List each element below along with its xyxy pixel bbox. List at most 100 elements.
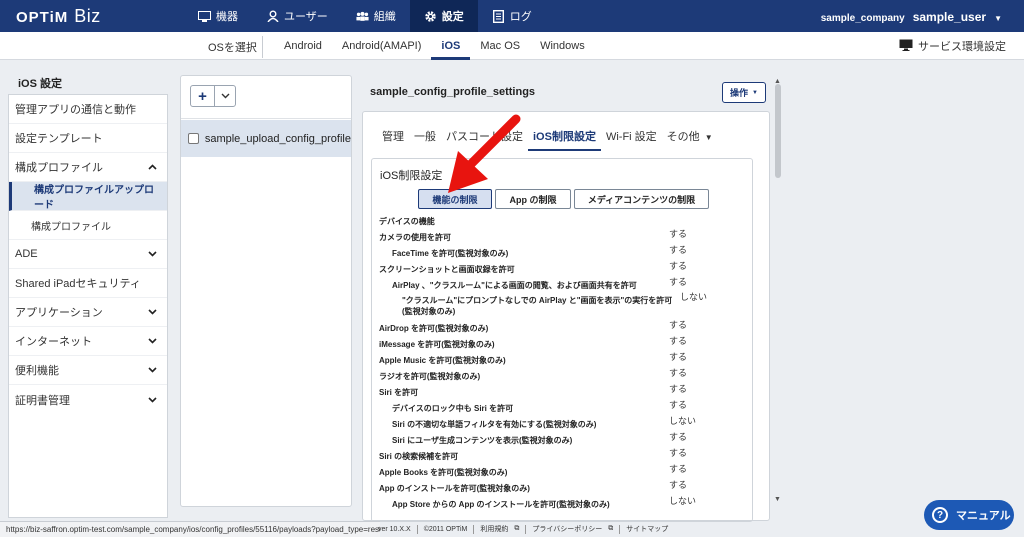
sidebar-item-applications[interactable]: アプリケーション	[9, 298, 167, 327]
operations-button[interactable]: 操作 ▼	[722, 82, 766, 103]
list-item-label: sample_upload_config_profile	[204, 132, 351, 145]
os-tabs: Android Android(AMAPI) iOS Mac OS Window…	[274, 32, 595, 60]
chevron-down-icon[interactable]: ▼	[994, 14, 1002, 23]
row-label: ラジオを許可(監視対象のみ)	[379, 372, 481, 381]
sidebar-item-label: アプリケーション	[15, 307, 103, 319]
chevron-down-icon	[221, 93, 229, 99]
chevron-down-icon	[148, 336, 157, 346]
section-title: iOS制限設定	[380, 170, 443, 182]
row-value: する	[669, 480, 688, 490]
row-label: Siri の検索候補を許可	[379, 452, 459, 461]
sidebar-item-shared-ipad-security[interactable]: Shared iPadセキュリティ	[9, 269, 167, 298]
sidebar-item-config-profile[interactable]: 構成プロファイル	[9, 211, 167, 240]
tab-windows[interactable]: Windows	[530, 32, 595, 60]
tab-android-amapi[interactable]: Android(AMAPI)	[332, 32, 431, 60]
nav-settings[interactable]: 設定	[409, 0, 478, 32]
row-label: Apple Books を許可(監視対象のみ)	[379, 468, 508, 477]
divider	[262, 36, 263, 58]
add-button[interactable]: +	[191, 86, 215, 106]
nav-log[interactable]: ログ	[478, 0, 546, 32]
list-item[interactable]: sample_upload_config_profile	[181, 120, 351, 157]
segment-media-restrictions[interactable]: メディアコンテンツの制限	[574, 189, 709, 209]
company-name: sample_company	[820, 13, 905, 24]
row-value: しない	[669, 416, 697, 426]
tab-macos[interactable]: Mac OS	[470, 32, 530, 60]
divider	[525, 524, 527, 534]
sidebar-item-config-profile-upload[interactable]: 構成プロファイルアップロード	[9, 182, 167, 211]
sidebar-item-label: 便利機能	[15, 365, 59, 377]
sidebar-item-label: Shared iPadセキュリティ	[15, 278, 141, 290]
sidebar: iOS 設定 管理アプリの通信と動作 設定テンプレート 構成プロファイル 構成プ…	[0, 60, 172, 521]
manual-button[interactable]: ? マニュアル	[924, 500, 1014, 530]
chevron-down-icon	[148, 365, 157, 375]
row-label: Siri を許可	[379, 388, 419, 397]
status-bar-url: https://biz-saffron.optim-test.com/sampl…	[0, 521, 380, 537]
profile-detail: sample_config_profile_settings 操作 ▼ 管理 一…	[360, 75, 772, 522]
row-value: する	[669, 352, 688, 362]
privacy-link[interactable]: プライバシーポリシー	[532, 524, 602, 534]
row-value: する	[669, 384, 688, 394]
external-link-icon: ⧉	[608, 525, 614, 532]
organization-icon	[356, 10, 369, 23]
top-navigation-bar: OPTiM Biz 機器 ユーザー 組織 設定 ログ sample_compan…	[0, 0, 1024, 32]
tab-general[interactable]: 一般	[409, 126, 441, 151]
sidebar-item-label: 構成プロファイル	[15, 162, 103, 174]
nav-users-label: ユーザー	[284, 11, 328, 23]
scroll-thumb[interactable]	[775, 84, 781, 178]
row-value: しない	[680, 292, 708, 302]
tab-ios-restrictions[interactable]: iOS制限設定	[528, 126, 601, 151]
sidebar-item-ade[interactable]: ADE	[9, 240, 167, 269]
nav-devices-label: 機器	[216, 11, 238, 23]
optim-biz-logo[interactable]: OPTiM Biz	[16, 6, 101, 27]
sidebar-item-label: 証明書管理	[15, 394, 70, 407]
item-checkbox[interactable]	[188, 133, 199, 144]
scroll-down-icon[interactable]: ▼	[774, 496, 781, 503]
os-selector-bar: OSを選択 Android Android(AMAPI) iOS Mac OS …	[0, 32, 1024, 60]
tab-ios[interactable]: iOS	[431, 32, 471, 60]
row-label: AirPlay 、"クラスルーム"による画面の閲覧、および画面共有を許可	[392, 281, 637, 290]
page-title: sample_config_profile_settings	[370, 86, 536, 98]
chevron-up-icon	[148, 162, 157, 172]
caret-down-icon: ▼	[704, 133, 713, 142]
add-button-group: +	[190, 85, 236, 107]
row-value: する	[669, 245, 688, 255]
caret-down-icon: ▼	[752, 89, 758, 96]
sitemap-link[interactable]: サイトマップ	[626, 524, 668, 534]
row-value: する	[669, 368, 688, 378]
chevron-down-icon	[148, 395, 157, 405]
sidebar-item-internet[interactable]: インターネット	[9, 327, 167, 356]
sidebar-item-setting-templates[interactable]: 設定テンプレート	[9, 124, 167, 153]
row-label: iMessage を許可(監視対象のみ)	[379, 340, 495, 349]
user-menu[interactable]: sample_user	[913, 10, 986, 24]
service-settings-link[interactable]: サービス環境設定	[899, 38, 1006, 54]
sidebar-item-agent-communication[interactable]: 管理アプリの通信と動作	[9, 95, 167, 124]
chevron-down-icon	[148, 249, 157, 259]
tab-wifi[interactable]: Wi-Fi 設定	[601, 126, 662, 151]
row-value: しない	[669, 496, 697, 506]
sidebar-item-label: 設定テンプレート	[15, 133, 103, 145]
sidebar-item-certificates[interactable]: 証明書管理	[9, 385, 167, 414]
row-label: デバイスの機能	[379, 217, 435, 226]
row-value: する	[669, 464, 688, 474]
settings-tabs: 管理 一般 パスコード設定 iOS制限設定 Wi-Fi 設定 その他 ▼	[377, 126, 718, 151]
terms-link[interactable]: 利用規約	[480, 524, 508, 534]
main-scrollbar[interactable]: ▲ ▼	[773, 78, 783, 506]
sidebar-item-label: 構成プロファイルアップロード	[34, 185, 154, 211]
nav-settings-label: 設定	[441, 11, 464, 23]
nav-users[interactable]: ユーザー	[252, 0, 342, 32]
nav-organization[interactable]: 組織	[342, 0, 410, 32]
sidebar-item-config-profiles[interactable]: 構成プロファイル	[9, 153, 167, 182]
tab-other[interactable]: その他 ▼	[662, 126, 718, 151]
add-dropdown-button[interactable]	[215, 86, 235, 106]
external-link-icon: ⧉	[514, 525, 520, 532]
divider	[181, 118, 351, 119]
tab-android[interactable]: Android	[274, 32, 332, 60]
sidebar-title: iOS 設定	[18, 78, 63, 90]
sidebar-item-convenience[interactable]: 便利機能	[9, 356, 167, 385]
tab-management[interactable]: 管理	[377, 126, 409, 151]
chevron-down-icon	[148, 307, 157, 317]
annotation-arrow-icon	[448, 114, 521, 193]
row-label: デバイスのロック中も Siri を許可	[392, 404, 514, 413]
nav-devices[interactable]: 機器	[184, 0, 252, 32]
row-label: Siri にユーザ生成コンテンツを表示(監視対象のみ)	[392, 436, 573, 445]
